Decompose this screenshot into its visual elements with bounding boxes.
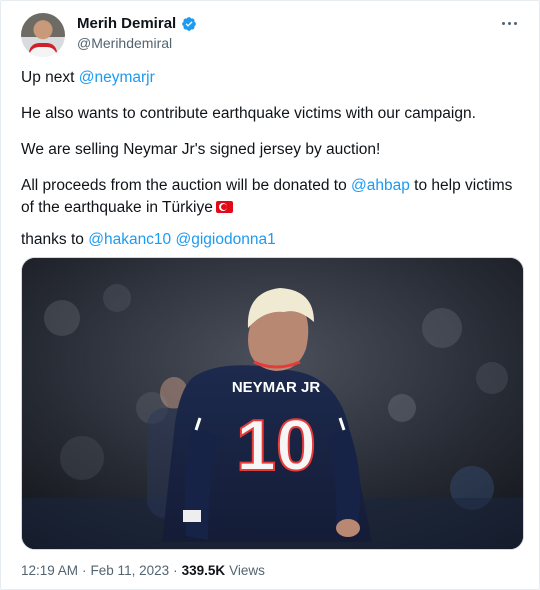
tweet-metadata: 12:19 AM · Feb 11, 2023 · 339.5K Views bbox=[21, 563, 265, 578]
tweet-date[interactable]: Feb 11, 2023 bbox=[91, 563, 170, 578]
tweet-line-5: thanks to @hakanc10 @gigiodonna1 bbox=[21, 229, 526, 251]
tweet-line-4: All proceeds from the auction will be do… bbox=[21, 175, 526, 219]
author-name-row: Merih Demiral bbox=[77, 15, 197, 32]
mention-link[interactable]: @gigiodonna1 bbox=[176, 231, 276, 248]
avatar[interactable] bbox=[21, 13, 65, 57]
text-segment: All proceeds from the auction will be do… bbox=[21, 177, 351, 194]
turkey-flag-icon bbox=[215, 201, 233, 213]
tweet-photo[interactable]: NEYMAR JR 10 bbox=[21, 257, 524, 550]
views-label: Views bbox=[229, 563, 265, 578]
tweet-line-1: Up next @neymarjr bbox=[21, 67, 526, 89]
views-count: 339.5K bbox=[181, 563, 226, 578]
tweet-line-2: He also wants to contribute earthquake v… bbox=[21, 105, 476, 122]
text-segment: thanks to bbox=[21, 231, 89, 248]
player-photo-illustration: NEYMAR JR 10 bbox=[22, 258, 523, 549]
text-segment: Up next bbox=[21, 69, 79, 86]
jersey-number: 10 bbox=[236, 406, 316, 486]
meta-separator: · bbox=[173, 563, 178, 578]
tweet-line-3: We are selling Neymar Jr's signed jersey… bbox=[21, 141, 381, 158]
verified-badge-icon bbox=[182, 16, 197, 31]
tweet-card: Merih Demiral @Merihdemiral Up next @ney… bbox=[0, 0, 540, 590]
mention-link[interactable]: @hakanc10 bbox=[88, 231, 171, 248]
jersey-name: NEYMAR JR bbox=[232, 379, 321, 396]
mention-link[interactable]: @neymarjr bbox=[79, 69, 155, 86]
meta-separator: · bbox=[82, 563, 87, 578]
more-options-icon[interactable] bbox=[499, 13, 519, 33]
author-name[interactable]: Merih Demiral bbox=[77, 15, 176, 32]
mention-link[interactable]: @ahbap bbox=[351, 177, 410, 194]
tweet-time[interactable]: 12:19 AM bbox=[21, 563, 78, 578]
author-handle[interactable]: @Merihdemiral bbox=[77, 35, 172, 51]
